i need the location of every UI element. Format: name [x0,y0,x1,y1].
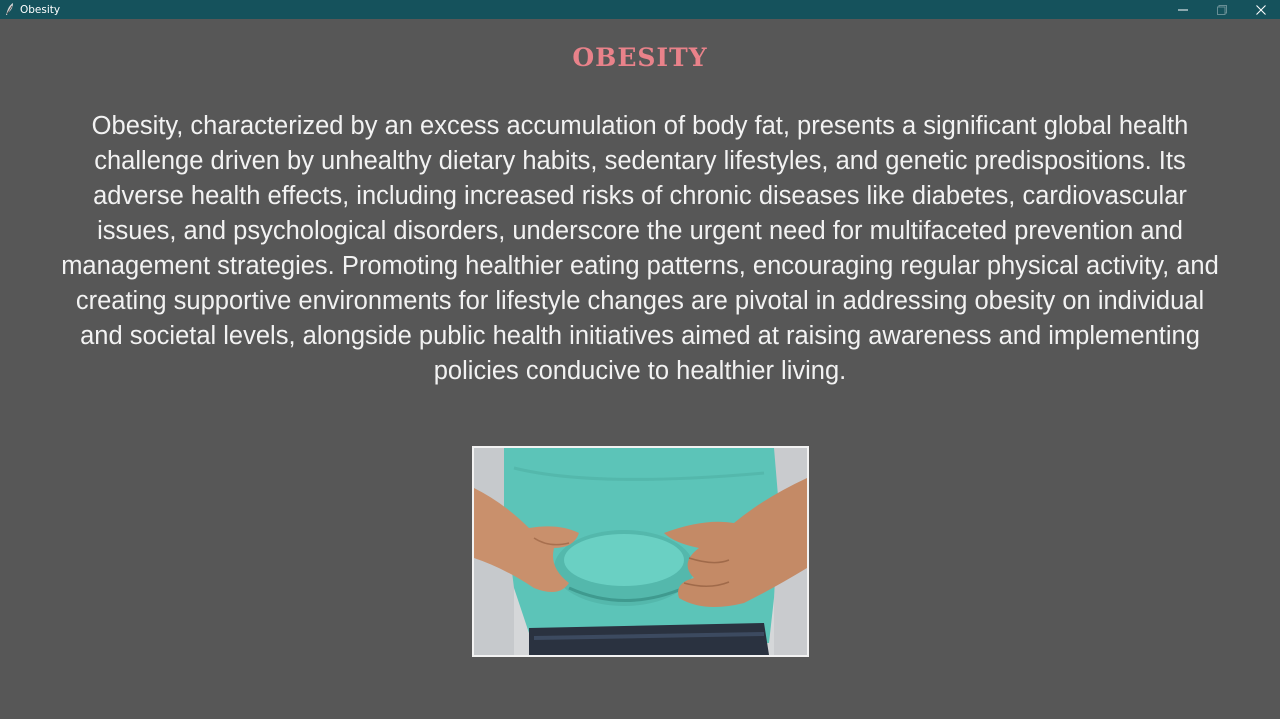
maximize-button[interactable] [1202,0,1241,19]
feather-pen-icon [1,0,19,19]
close-button[interactable] [1241,0,1280,19]
maximize-icon [1216,4,1227,15]
window-title: Obesity [20,3,61,16]
window-titlebar[interactable]: Obesity [0,0,1280,19]
close-icon [1255,4,1266,15]
obesity-photo [472,446,809,657]
window-controls [1163,0,1280,19]
minimize-button[interactable] [1163,0,1202,19]
minimize-icon [1177,9,1188,10]
page-title: Obesity [572,33,708,75]
main-content: Obesity Obesity, characterized by an exc… [0,19,1280,719]
obesity-description: Obesity, characterized by an excess accu… [61,112,1219,385]
